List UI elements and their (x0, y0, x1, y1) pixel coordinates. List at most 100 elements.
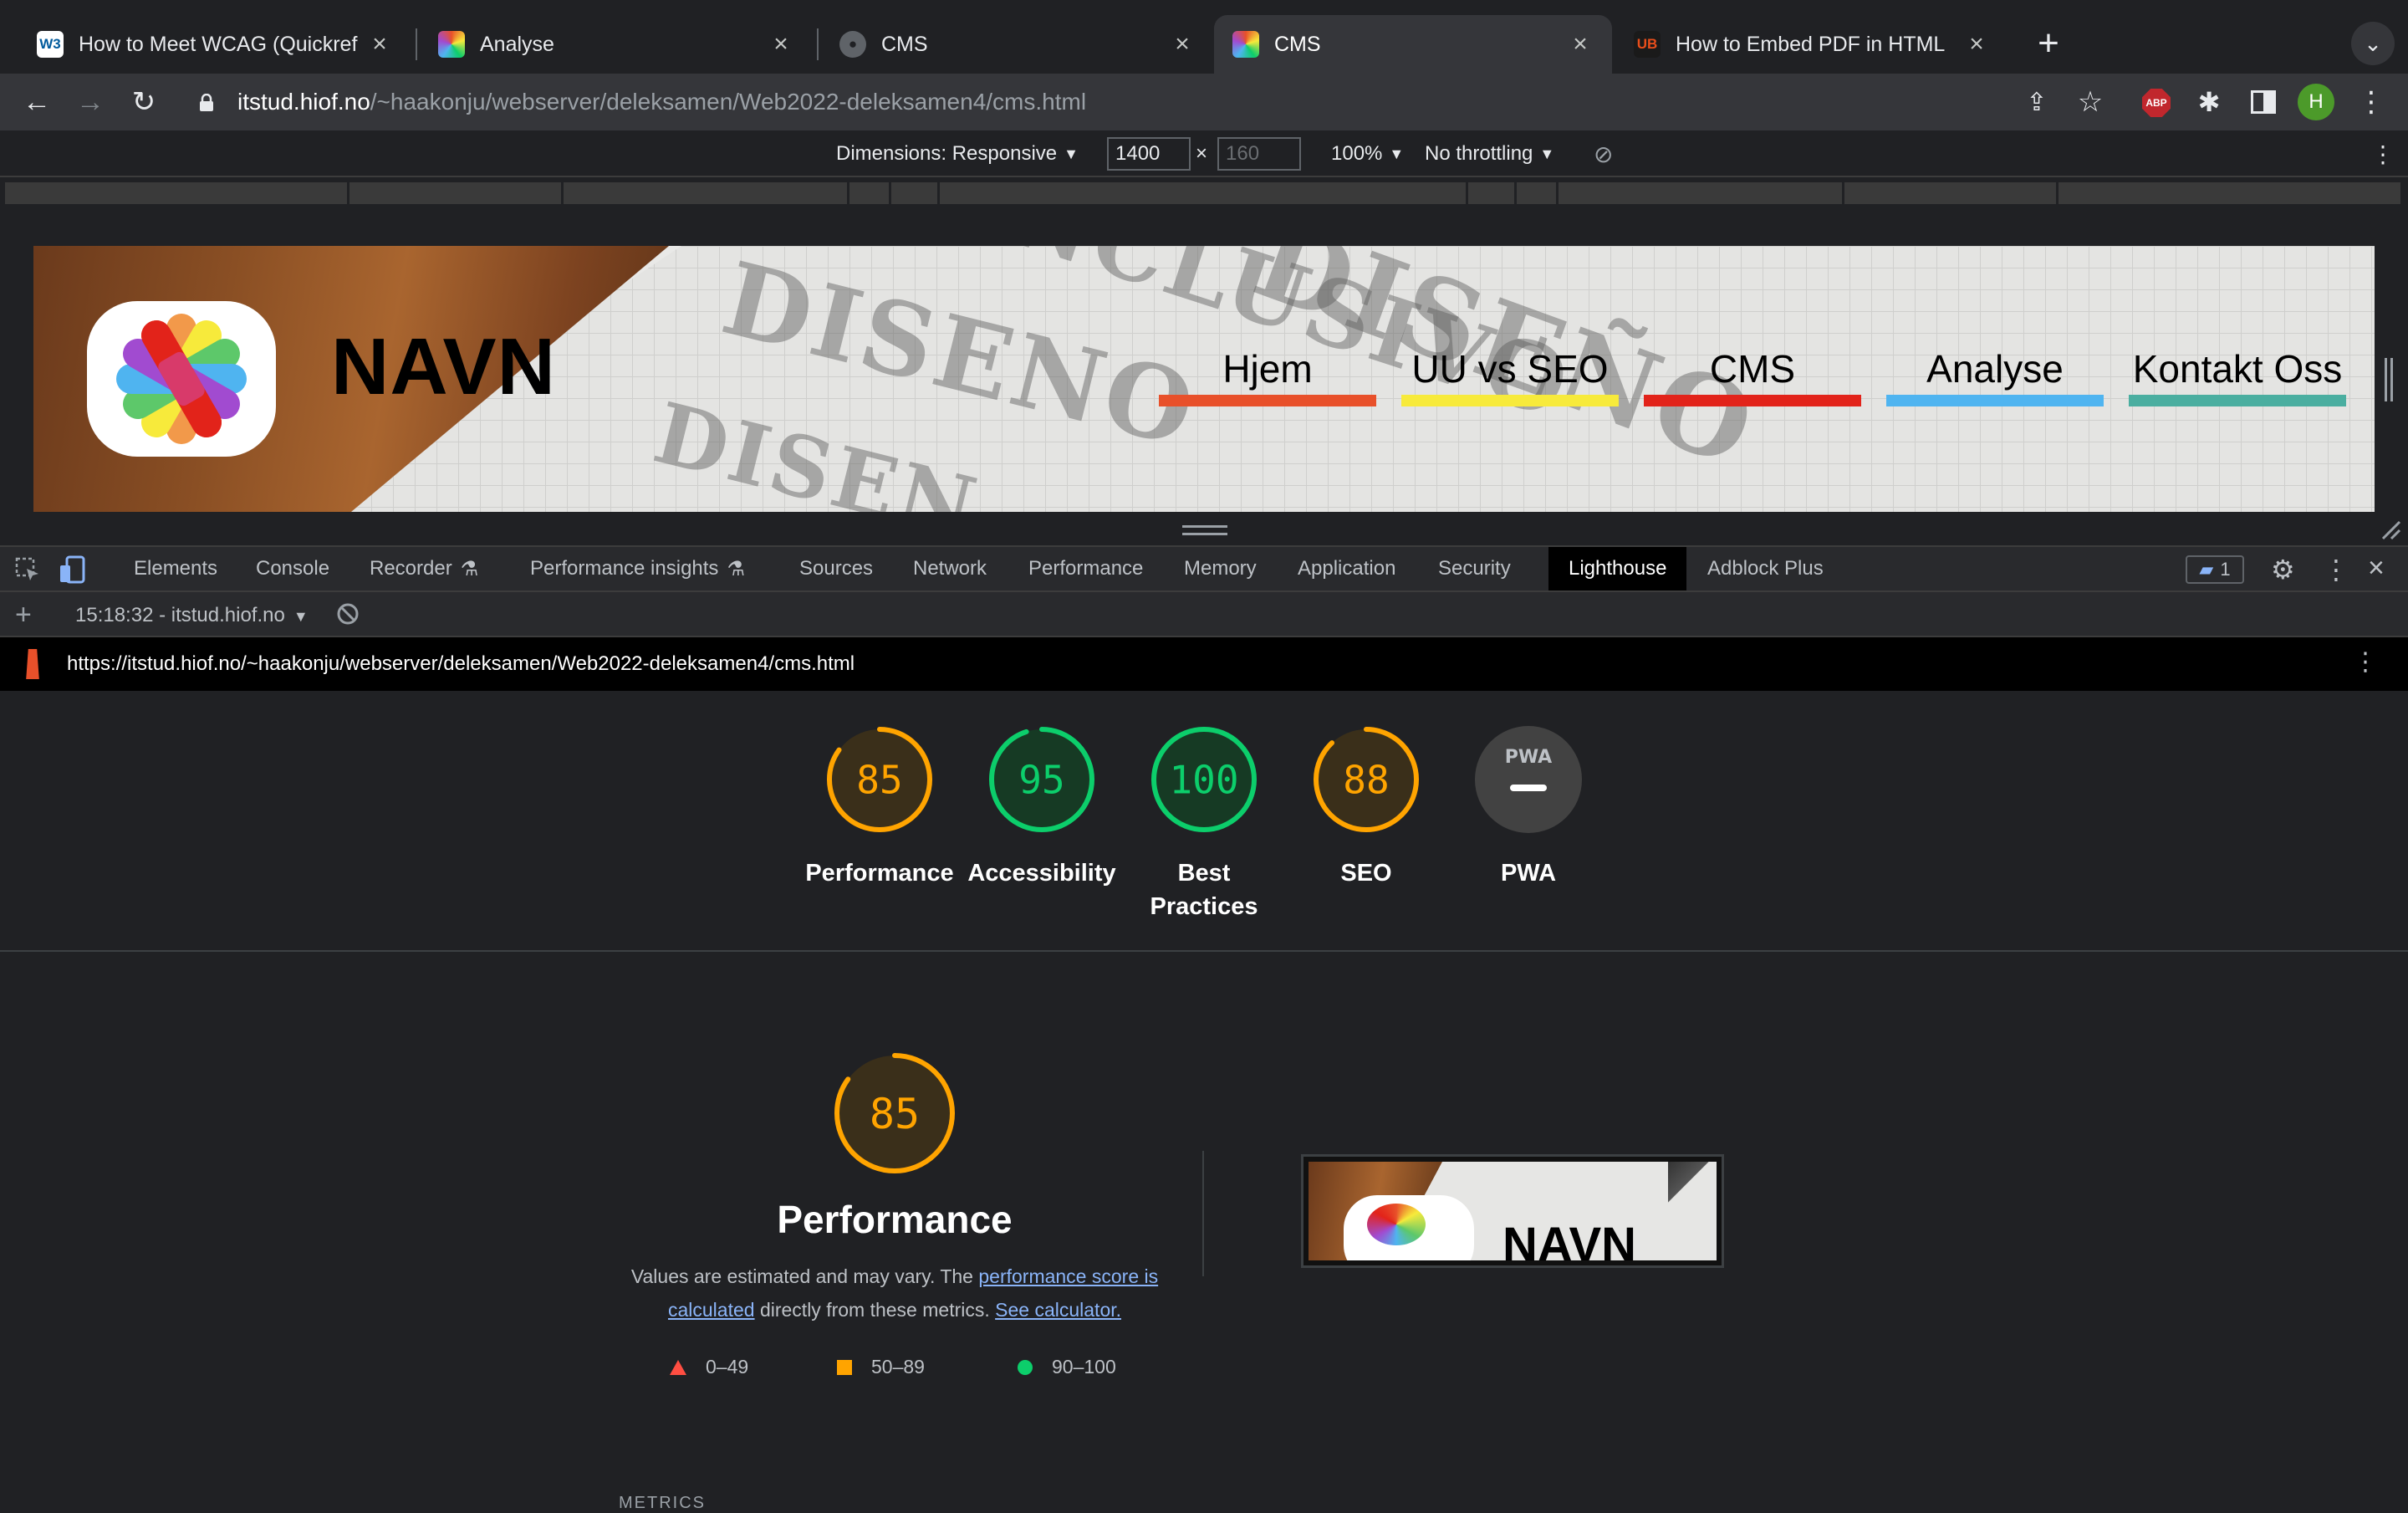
browser-tab-wcag[interactable]: W3 How to Meet WCAG (Quickref R × (18, 15, 411, 74)
browser-tab-cms[interactable]: ● CMS × (821, 15, 1214, 74)
score-value: 85 (870, 1090, 920, 1138)
score-ring: 85 (827, 727, 932, 832)
report-selector-label: 15:18:32 - itstud.hiof.no (75, 604, 285, 626)
site-logo[interactable] (87, 301, 276, 457)
rotate-device-icon[interactable]: ⊘ (1594, 139, 1613, 169)
score-ring: 100 (1151, 727, 1257, 832)
throttling-dropdown[interactable]: No throttling ▼ (1425, 139, 1554, 169)
see-calculator-link[interactable]: See calculator. (995, 1299, 1121, 1321)
issues-counter[interactable]: ▰ 1 (2186, 555, 2244, 584)
legend-fail: 0–49 (669, 1356, 748, 1378)
viewport-height-resize-handle[interactable] (1182, 525, 1227, 535)
legend-pass: 90–100 (1017, 1356, 1116, 1378)
final-screenshot-thumbnail[interactable]: NAVN (1301, 1154, 1724, 1268)
tab-application[interactable]: Application (1291, 547, 1402, 590)
profile-avatar[interactable]: H (2298, 84, 2334, 120)
tab-performance[interactable]: Performance (1022, 547, 1150, 590)
clear-reports-icon[interactable] (336, 602, 360, 626)
viewport-height-input[interactable]: 160 (1217, 137, 1301, 171)
browser-tab-analyse[interactable]: Analyse × (420, 15, 813, 74)
lock-icon[interactable] (199, 93, 214, 111)
tab-performance-insights[interactable]: Performance insights ⚗ (523, 547, 752, 590)
devtools-close-icon[interactable]: × (2368, 552, 2385, 585)
nav-link-cms[interactable]: CMS (1644, 346, 1861, 391)
device-toolbar: Dimensions: Responsive ▼ 1400 × 160 100% ▼… (0, 130, 2408, 177)
score-ring: 88 (1314, 727, 1419, 832)
devtools-more-kebab-icon[interactable]: ⋮ (2323, 554, 2349, 585)
extensions-puzzle-icon[interactable]: ✱ (2187, 80, 2231, 124)
tab-close-icon[interactable]: × (1963, 30, 1990, 59)
share-icon[interactable]: ⇪ (2015, 80, 2059, 124)
media-query-ruler[interactable] (0, 179, 2408, 209)
gauge-label: SEO (1340, 860, 1392, 887)
address-bar[interactable]: itstud.hiof.no/~haakonju/webserver/delek… (237, 82, 2027, 122)
side-panel-icon[interactable] (2251, 90, 2276, 114)
nav-underline-kontakt-oss (2129, 395, 2346, 406)
nav-link-kontakt-oss[interactable]: Kontakt Oss (2129, 346, 2346, 391)
adblock-plus-icon[interactable]: ABP (2142, 89, 2171, 117)
report-tools-kebab-icon[interactable]: ⋮ (2353, 647, 2378, 677)
tab-close-icon[interactable]: × (366, 30, 393, 59)
red-triangle-icon (670, 1359, 686, 1375)
device-toggle-icon[interactable] (59, 555, 85, 584)
tab-lighthouse[interactable]: Lighthouse (1548, 547, 1687, 590)
dimensions-dropdown[interactable]: Dimensions: Responsive ▼ (836, 139, 1079, 169)
lighthouse-report: 85 Performance 95 Accessibility 100 Best… (0, 691, 2408, 1512)
dropdown-caret-icon: ▼ (1389, 145, 1405, 162)
reload-icon[interactable]: ↻ (122, 80, 166, 124)
zoom-dropdown[interactable]: 100% ▼ (1331, 139, 1404, 169)
browser-tab-embed-pdf[interactable]: UB How to Embed PDF in HTML × (1615, 15, 2008, 74)
browser-menu-kebab-icon[interactable]: ⋮ (2349, 80, 2393, 124)
tab-network[interactable]: Network (906, 547, 993, 590)
corner-resize-handle-icon[interactable] (2380, 519, 2401, 540)
tab-close-icon[interactable]: × (1169, 30, 1196, 59)
devtools-settings-gear-icon[interactable]: ⚙ (2271, 554, 2295, 585)
viewport-width-input[interactable]: 1400 (1107, 137, 1191, 171)
performance-category-header: 85 Performance (752, 1050, 1037, 1242)
bookmark-star-icon[interactable]: ☆ (2069, 80, 2112, 124)
site-title: NAVN (331, 322, 556, 411)
experiment-flask-icon: ⚗ (460, 557, 479, 580)
score-gauge-best-practices[interactable]: 100 Best Practices (1120, 724, 1288, 923)
site-favicon-icon (1232, 31, 1259, 58)
score-value: 95 (1018, 758, 1064, 803)
nav-link-analyse[interactable]: Analyse (1886, 346, 2104, 391)
new-report-plus-icon[interactable]: + (15, 599, 32, 631)
report-url-link[interactable]: https://itstud.hiof.no/~haakonju/webserv… (67, 652, 855, 676)
tab-performance-insights-label: Performance insights (530, 557, 719, 580)
tab-adblock-plus[interactable]: Adblock Plus (1701, 547, 1830, 590)
dimensions-label: Dimensions: Responsive (836, 142, 1058, 165)
w3docs-favicon-icon: UB (1634, 31, 1661, 58)
zoom-label: 100% (1331, 142, 1383, 165)
tab-security[interactable]: Security (1431, 547, 1518, 590)
nav-link-uu-vs-seo[interactable]: UU vs SEO (1401, 346, 1619, 391)
back-arrow-icon[interactable]: ← (15, 80, 59, 124)
nav-link-hjem[interactable]: Hjem (1159, 346, 1376, 391)
inspect-element-icon[interactable] (15, 557, 40, 582)
score-gauge-accessibility[interactable]: 95 Accessibility (958, 724, 1125, 890)
device-toolbar-more-icon[interactable]: ⋮ (2371, 139, 2395, 169)
legend-range: 50–89 (871, 1356, 925, 1378)
viewport-width-resize-handle[interactable] (2385, 358, 2393, 401)
tab-sources[interactable]: Sources (793, 547, 880, 590)
new-tab-plus-icon[interactable]: + (2027, 22, 2070, 65)
browser-tab-cms-active[interactable]: CMS × (1214, 15, 1612, 74)
tab-memory[interactable]: Memory (1177, 547, 1263, 590)
dropdown-caret-icon: ▼ (293, 608, 309, 625)
thumbnail-image: NAVN (1309, 1162, 1717, 1260)
score-gauge-performance[interactable]: 85 Performance (796, 724, 963, 890)
description-text: directly from these metrics. (754, 1299, 996, 1321)
dropdown-caret-icon: ▼ (1539, 145, 1555, 162)
tab-close-icon[interactable]: × (768, 30, 794, 59)
report-selector[interactable]: 15:18:32 - itstud.hiof.no ▼ (75, 604, 309, 627)
forward-arrow-icon[interactable]: → (69, 80, 112, 124)
tab-recorder[interactable]: Recorder ⚗ (363, 547, 485, 590)
tab-elements[interactable]: Elements (127, 547, 224, 590)
throttling-label: No throttling (1425, 142, 1533, 165)
tab-close-icon[interactable]: × (1567, 30, 1594, 59)
score-gauge-seo[interactable]: 88 SEO (1283, 724, 1450, 890)
performance-description: Values are estimated and may vary. The p… (619, 1260, 1171, 1326)
tab-search-chevron-icon[interactable]: ⌄ (2351, 22, 2395, 65)
tab-console[interactable]: Console (249, 547, 336, 590)
score-gauge-pwa[interactable]: PWA PWA (1445, 724, 1612, 890)
